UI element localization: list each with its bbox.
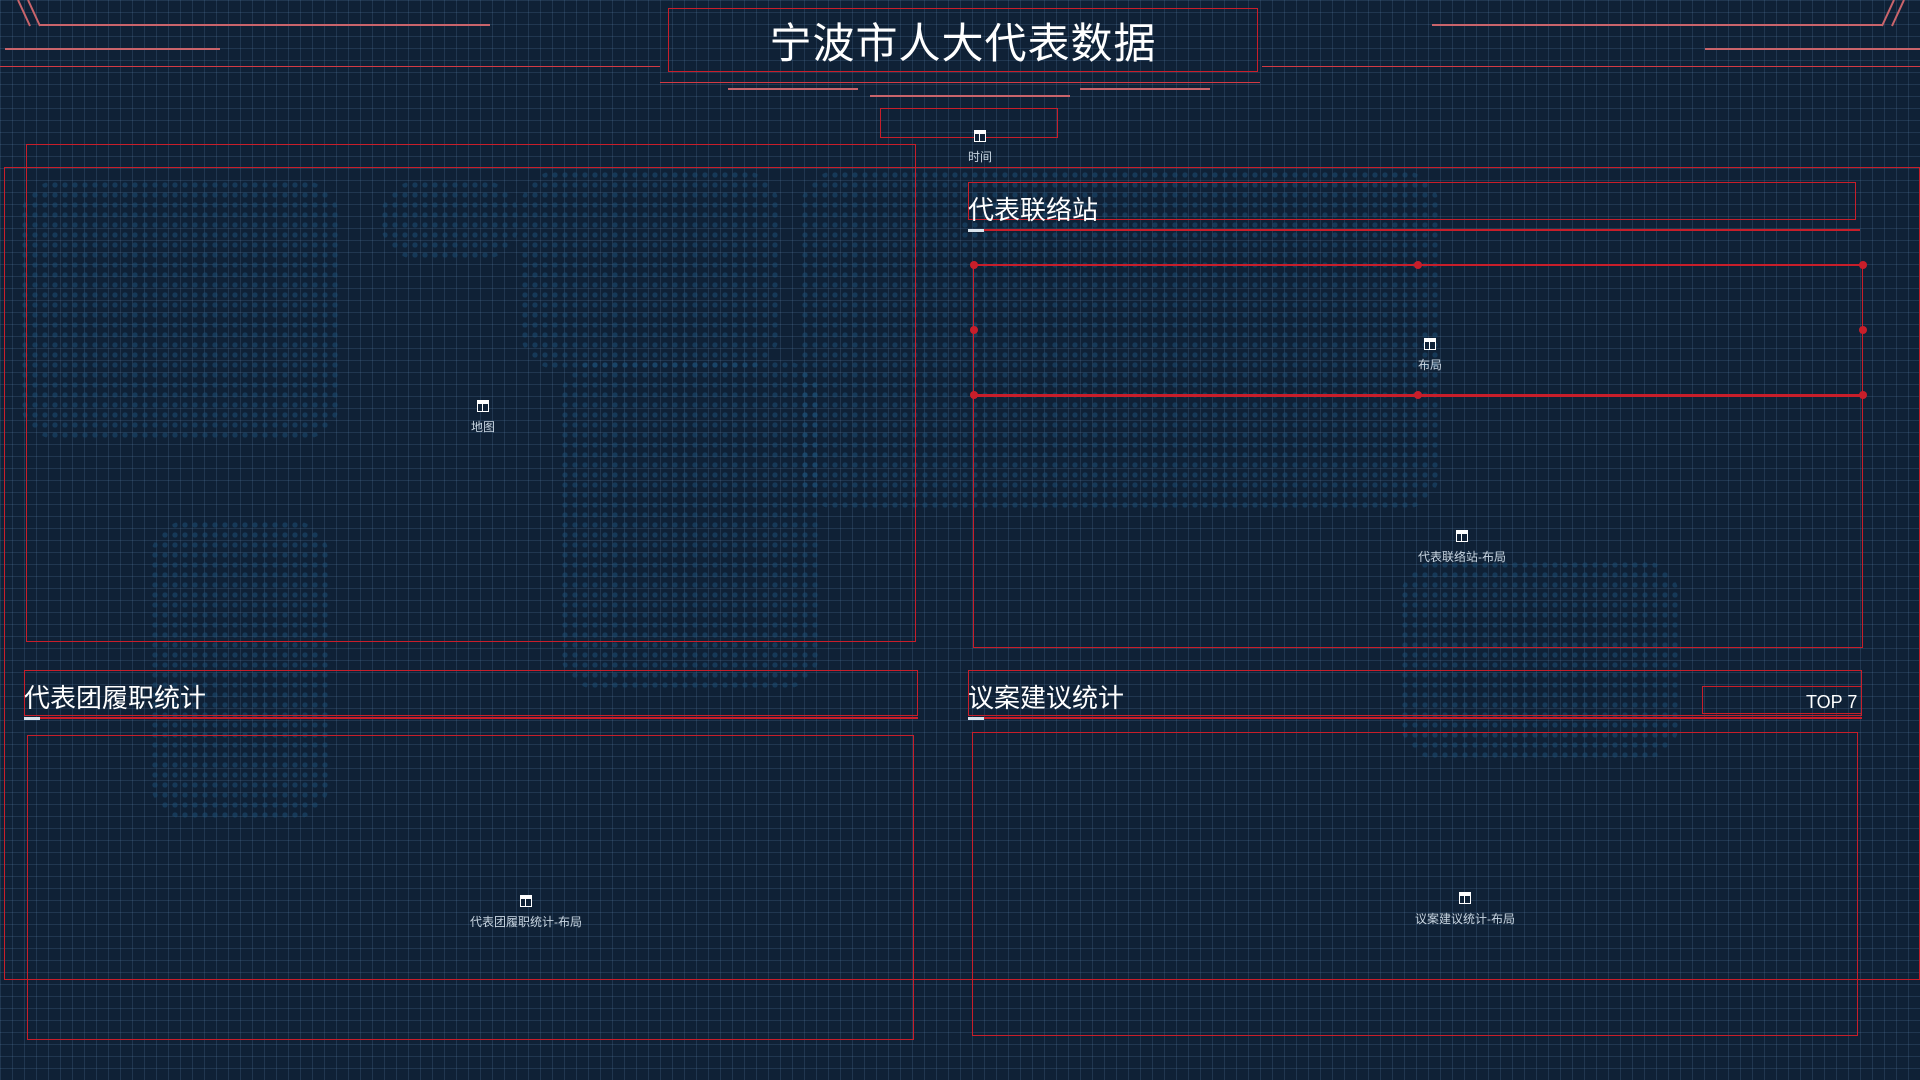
corner-slash-right: [1881, 0, 1905, 27]
station-title-underline: [968, 229, 1860, 232]
table-icon: [476, 400, 489, 412]
table-icon: [520, 895, 532, 907]
map-placeholder: 地图: [471, 400, 495, 435]
handle-dot[interactable]: [1859, 261, 1867, 269]
time-label: 时间: [967, 150, 993, 164]
group-stats-title-underline: [24, 717, 918, 720]
handle-dot[interactable]: [1414, 261, 1422, 269]
station-title-frame: [968, 182, 1856, 220]
table-icon: [1456, 530, 1468, 542]
map-label: 地图: [470, 420, 496, 434]
handle-dot[interactable]: [970, 326, 978, 334]
top7-badge[interactable]: TOP 7: [1806, 692, 1857, 713]
proposal-stats-content-box[interactable]: [972, 732, 1858, 1036]
group-stats-content-box[interactable]: [27, 735, 914, 1040]
proposal-stats-title-underline: [968, 717, 1862, 720]
handle-dot[interactable]: [970, 261, 978, 269]
proposal-stats-placeholder: 议案建议统计-布局: [1415, 892, 1515, 927]
corner-slash-left: [17, 0, 41, 27]
group-stats-label: 代表团履职统计-布局: [470, 915, 582, 929]
group-stats-title: 代表团履职统计: [24, 683, 207, 713]
station-content-placeholder: 代表联络站-布局: [1418, 530, 1506, 565]
station-title: 代表联络站: [968, 195, 1099, 225]
page-title: 宁波市人大代表数据: [668, 8, 1258, 72]
table-icon: [973, 130, 986, 142]
station-content-label: 代表联络站-布局: [1418, 550, 1506, 564]
handle-dot[interactable]: [1859, 326, 1867, 334]
station-content-box[interactable]: [973, 396, 1863, 648]
table-icon: [1423, 338, 1436, 350]
time-widget[interactable]: 时间: [968, 130, 992, 165]
group-stats-placeholder: 代表团履职统计-布局: [470, 895, 582, 930]
proposal-stats-label: 议案建议统计-布局: [1415, 912, 1515, 926]
map-panel[interactable]: [26, 144, 916, 642]
station-layout-label: 布局: [1417, 358, 1443, 372]
station-layout-placeholder: 布局: [1418, 338, 1442, 373]
proposal-stats-title: 议案建议统计: [968, 683, 1125, 713]
station-layout-box[interactable]: [973, 264, 1863, 396]
table-icon: [1459, 892, 1471, 904]
